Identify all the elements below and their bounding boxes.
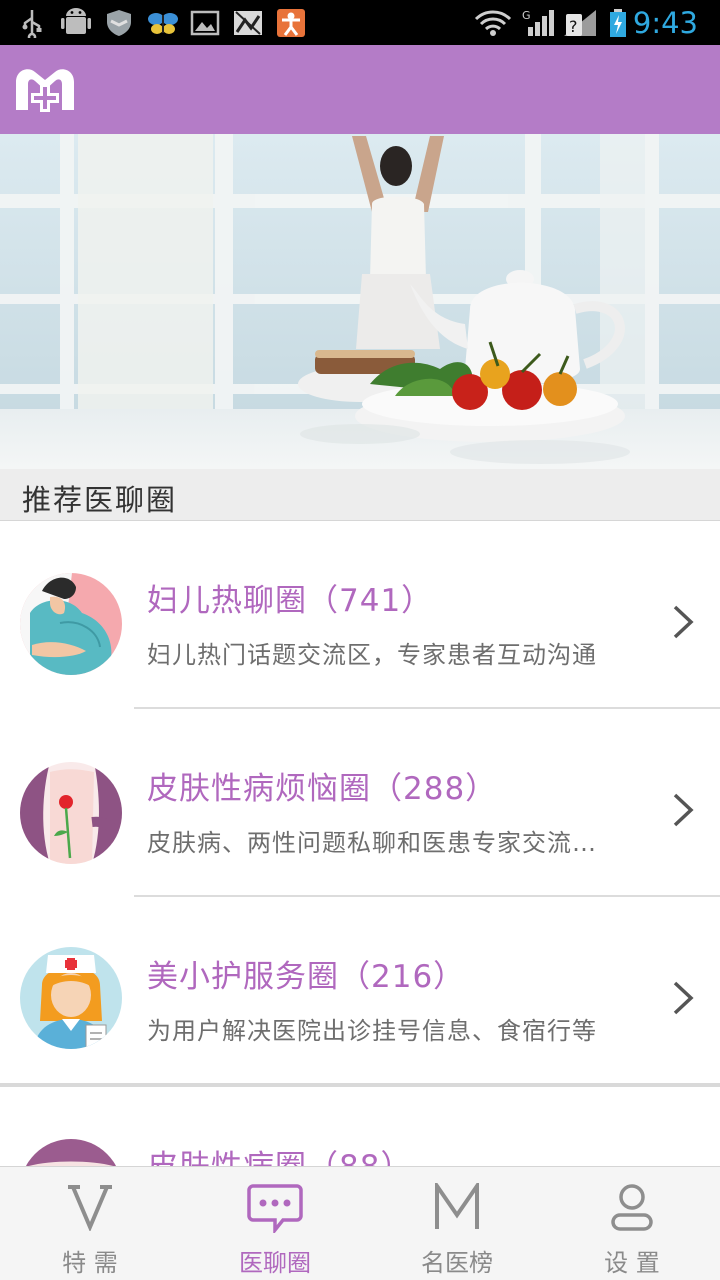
app-orange-icon [277, 9, 305, 37]
circle-list: 妇儿热聊圈（741） 妇儿热门话题交流区，专家患者互动沟通 皮肤性病烦恼圈（28… [0, 521, 720, 1166]
list-item[interactable]: 皮肤性病烦恼圈（288） 皮肤病、两性问题私聊和医患专家交流… [0, 709, 720, 897]
image-icon [190, 10, 220, 36]
chevron-right-icon [673, 605, 694, 639]
shield-icon [107, 10, 131, 36]
circle-name: 美小护服务圈 [147, 959, 339, 995]
circle-name: 皮肤性病圈 [147, 1149, 307, 1166]
wifi-icon [474, 10, 512, 36]
tab-label: 名医榜 [421, 1249, 493, 1277]
bottom-navigation: 特 需 医聊圈 名医榜 设 置 [0, 1166, 720, 1280]
no-signal-image-icon [234, 11, 262, 35]
cellular-signal-icon: G [522, 9, 554, 36]
circle-title: 皮肤性病烦恼圈（288） [147, 763, 497, 808]
circle-name: 妇儿热聊圈 [147, 583, 307, 619]
circle-name: 皮肤性病烦恼圈 [147, 771, 371, 807]
circle-title: 美小护服务圈（216） [147, 951, 465, 996]
circle-description: 皮肤病、两性问题私聊和医患专家交流… [147, 829, 597, 857]
m-letter-icon [435, 1183, 479, 1229]
app-header [0, 45, 720, 134]
member-count: （216） [339, 959, 466, 995]
nurse-icon [20, 947, 122, 1049]
status-time: 9:43 [632, 6, 698, 40]
butterfly-icon [148, 13, 178, 34]
member-count: （741） [307, 583, 434, 619]
list-item[interactable]: 皮肤性病圈（88） [0, 1087, 720, 1166]
svg-text:G: G [522, 9, 531, 22]
member-count: （88） [307, 1149, 412, 1166]
android-debug-icon [61, 8, 91, 34]
v-letter-icon [68, 1185, 112, 1231]
circle-description: 为用户解决医院出诊挂号信息、食宿行等 [147, 1017, 597, 1045]
chevron-right-icon [673, 981, 694, 1015]
tab-top-doctors[interactable]: 名医榜 [367, 1167, 547, 1280]
status-bar: G ? 9:43 [0, 0, 720, 45]
pregnant-woman-icon [20, 573, 122, 675]
circle-title: 皮肤性病圈（88） [147, 1141, 412, 1166]
chevron-right-icon [673, 793, 694, 827]
tab-chat-circles[interactable]: 医聊圈 [185, 1167, 365, 1280]
list-item[interactable]: 美小护服务圈（216） 为用户解决医院出诊挂号信息、食宿行等 [0, 897, 720, 1085]
battery-charging-icon [610, 9, 626, 37]
rose-back-icon [20, 762, 122, 864]
skin-icon [20, 1139, 122, 1166]
section-title: 推荐医聊圈 [22, 483, 178, 517]
tab-settings[interactable]: 设 置 [542, 1167, 720, 1280]
tab-label: 设 置 [604, 1249, 660, 1277]
tab-special[interactable]: 特 需 [0, 1167, 180, 1280]
user-profile-icon [611, 1184, 653, 1231]
tab-label: 特 需 [62, 1249, 118, 1277]
section-header: 推荐医聊圈 [0, 469, 720, 521]
usb-icon [22, 10, 42, 38]
member-count: （288） [371, 771, 498, 807]
circle-title: 妇儿热聊圈（741） [147, 575, 433, 620]
banner-illustration [0, 134, 720, 469]
svg-text:?: ? [569, 17, 578, 36]
chat-bubble-icon [247, 1184, 303, 1233]
no-sim-signal-icon: ? [564, 10, 596, 36]
tab-label: 医聊圈 [239, 1249, 311, 1277]
list-item[interactable]: 妇儿热聊圈（741） 妇儿热门话题交流区，专家患者互动沟通 [0, 521, 720, 709]
promo-banner[interactable] [0, 134, 720, 469]
circle-description: 妇儿热门话题交流区，专家患者互动沟通 [147, 641, 597, 669]
medical-m-plus-logo-icon[interactable] [12, 64, 78, 114]
